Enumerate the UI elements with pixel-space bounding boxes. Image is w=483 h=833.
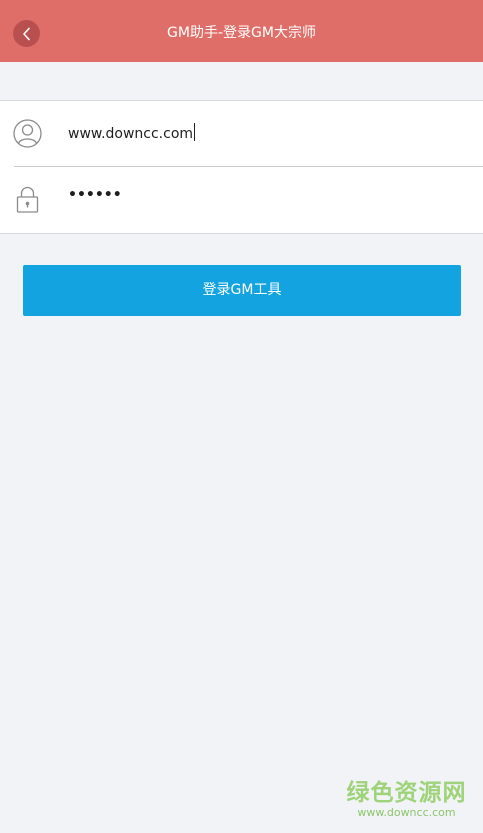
watermark: 绿色资源网 www.downcc.com: [344, 780, 469, 820]
user-icon: [13, 119, 42, 148]
app-header: GM助手-登录GM大宗师: [0, 0, 483, 62]
form-bottom-border: [0, 233, 483, 234]
username-row: www.downcc.com: [0, 101, 483, 167]
login-form: www.downcc.com ••••••: [0, 100, 483, 234]
watermark-url: www.downcc.com: [357, 806, 456, 819]
password-row: ••••••: [0, 167, 483, 232]
login-button[interactable]: 登录GM工具: [23, 265, 461, 316]
password-field[interactable]: ••••••: [68, 187, 122, 203]
page-title: GM助手-登录GM大宗师: [167, 25, 316, 41]
lock-icon: [16, 186, 39, 213]
text-cursor: [194, 123, 196, 141]
username-field[interactable]: www.downcc.com: [68, 123, 196, 142]
watermark-brand: 绿色资源网: [346, 780, 467, 806]
username-text: www.downcc.com: [68, 126, 194, 142]
